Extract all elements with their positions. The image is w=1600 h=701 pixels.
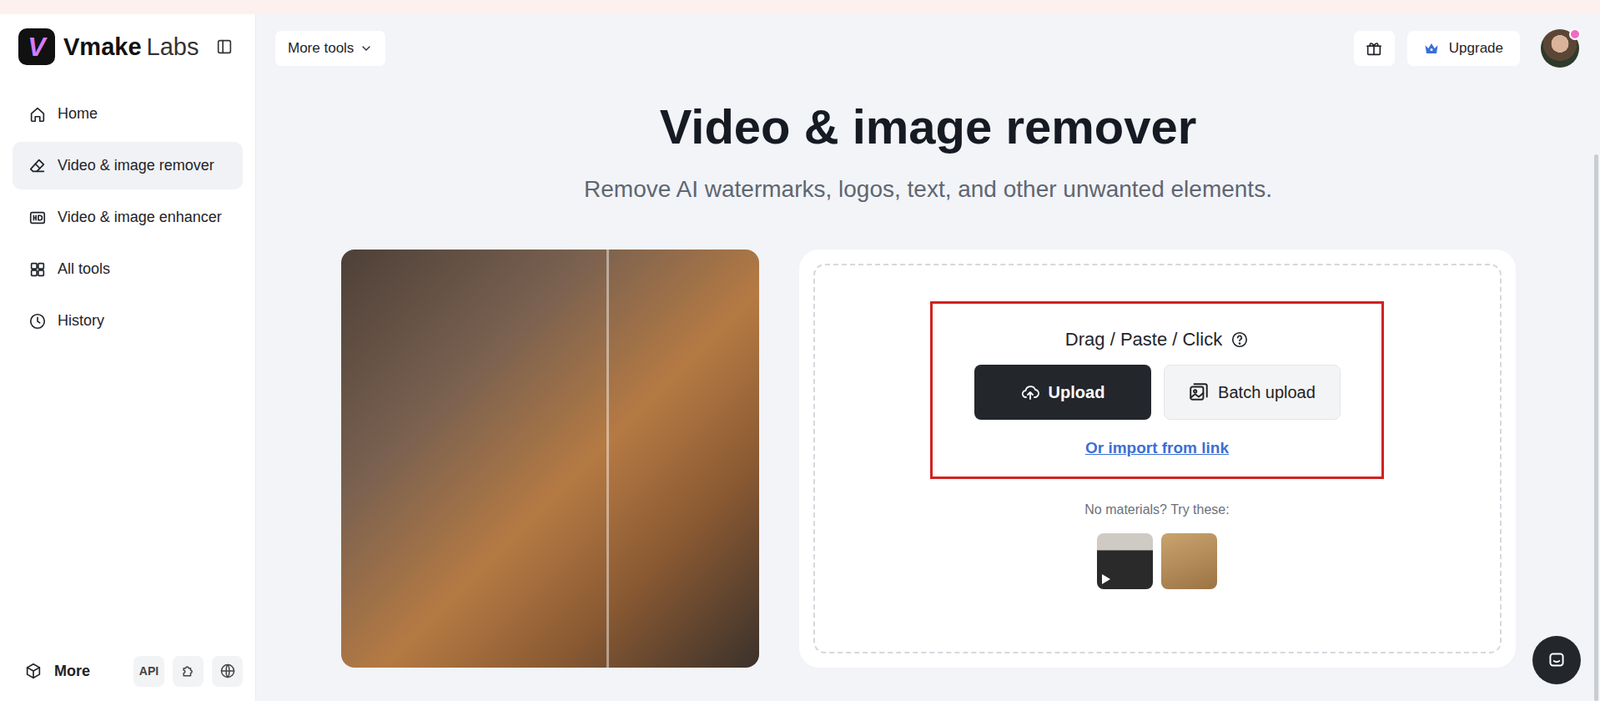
logo-name[interactable]: Vmake — [63, 33, 142, 61]
upload-buttons: Upload Batch upload — [974, 364, 1341, 420]
sidebar-toggle-icon[interactable] — [215, 37, 234, 56]
main-area: More tools Upgrade Video & image remover Re… — [256, 14, 1600, 701]
chat-icon — [1545, 649, 1568, 671]
logo-suffix[interactable]: Labs — [146, 33, 200, 61]
upload-label[interactable]: Upload — [1048, 382, 1106, 403]
upgrade-button[interactable]: Upgrade — [1407, 30, 1520, 66]
eraser-icon — [28, 156, 47, 176]
sidebar-item[interactable]: Video & image remover — [12, 141, 243, 190]
highlight-box: Drag / Paste / Click Upload Batch upload Or… — [930, 301, 1384, 479]
drop-zone[interactable]: Drag / Paste / Click Upload Batch upload Or… — [813, 263, 1502, 654]
app-body: VVmakeLabs Home Video & image remover Video… — [0, 14, 1600, 701]
api-button[interactable]: API — [133, 655, 165, 687]
drop-hint-label: Drag / Paste / Click — [1065, 327, 1223, 353]
logo[interactable]: VVmakeLabs — [12, 28, 243, 66]
sidebar-item[interactable]: Video & image enhancer — [12, 193, 243, 242]
notification-badge — [1569, 28, 1581, 41]
top-bar-actions: Upgrade — [1353, 29, 1580, 68]
drop-hint: Drag / Paste / Click — [1065, 327, 1249, 353]
home-icon — [28, 105, 47, 124]
sidebar-nav: Home Video & image remover Video & image e… — [12, 90, 243, 345]
extension-button[interactable] — [172, 655, 204, 687]
sidebar-item-label[interactable]: All tools — [57, 260, 111, 278]
chat-button[interactable] — [1532, 635, 1581, 685]
import-link[interactable]: Or import from link — [1085, 437, 1229, 458]
scrollbar-thumb[interactable] — [1594, 154, 1599, 701]
top-strip — [0, 0, 1600, 15]
help-icon[interactable] — [1230, 330, 1249, 349]
cube-icon — [24, 661, 43, 680]
clock-icon — [28, 311, 47, 331]
sidebar-item-label[interactable]: Home — [57, 105, 98, 123]
grid-icon — [28, 260, 47, 279]
language-button[interactable] — [211, 655, 243, 687]
sidebar-item[interactable]: Home — [12, 90, 243, 138]
gift-icon — [1364, 39, 1384, 58]
sidebar-item-label[interactable]: History — [57, 311, 105, 330]
example-photo — [341, 249, 760, 668]
logo-mark[interactable]: V — [18, 28, 56, 66]
upgrade-label[interactable]: Upgrade — [1449, 40, 1504, 57]
sidebar-item[interactable]: History — [12, 296, 243, 345]
top-bar: More tools Upgrade — [256, 14, 1600, 68]
upload-button[interactable]: Upload — [974, 364, 1152, 420]
batch-upload-button[interactable]: Batch upload — [1163, 364, 1341, 420]
upload-card: Drag / Paste / Click Upload Batch upload Or… — [799, 249, 1516, 668]
more-tools-button[interactable]: More tools — [275, 30, 386, 66]
sidebar-item-label[interactable]: Video & image remover — [57, 156, 215, 175]
page-subtitle: Remove AI watermarks, logos, text, and o… — [256, 174, 1600, 205]
user-avatar[interactable] — [1540, 29, 1580, 68]
puzzle-icon — [180, 662, 197, 680]
upload-icon — [1020, 382, 1041, 403]
sample-list — [1096, 533, 1218, 589]
sidebar-footer: More API — [12, 652, 243, 690]
globe-icon — [219, 662, 237, 680]
sidebar-item[interactable]: All tools — [12, 245, 243, 293]
samples-label: No materials? Try these: — [1084, 500, 1229, 519]
sample-thumbnail[interactable] — [1096, 533, 1153, 589]
images-icon — [1187, 381, 1210, 403]
content-row: Drag / Paste / Click Upload Batch upload Or… — [256, 249, 1600, 668]
compare-divider[interactable] — [606, 249, 609, 668]
sidebar-item-label[interactable]: Video & image enhancer — [57, 208, 222, 227]
sample-thumbnail[interactable] — [1161, 533, 1218, 589]
more-label[interactable]: More — [54, 662, 91, 680]
more-tools-label[interactable]: More tools — [287, 40, 354, 57]
chevron-down-icon — [359, 41, 373, 56]
sidebar: VVmakeLabs Home Video & image remover Video… — [0, 14, 257, 701]
hd-icon — [28, 208, 47, 227]
gift-button[interactable] — [1353, 30, 1395, 66]
batch-upload-label[interactable]: Batch upload — [1217, 382, 1316, 403]
page-title: Video & image remover — [256, 97, 1600, 156]
more-button[interactable]: More — [24, 661, 91, 680]
crown-icon — [1423, 41, 1439, 56]
play-icon — [1101, 573, 1111, 584]
logo-text[interactable]: VmakeLabs — [63, 33, 199, 61]
